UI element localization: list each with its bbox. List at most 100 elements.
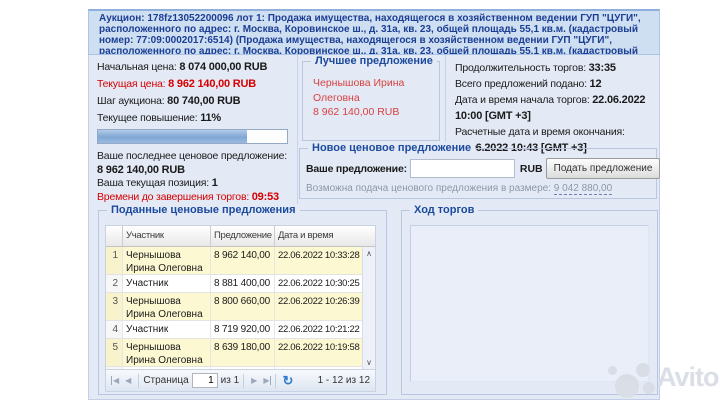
submit-bid-button[interactable]: Подать предложение (545, 158, 661, 179)
row-datetime: 22.06.2022 10:33:28 (278, 250, 360, 261)
increase-label: Текущее повышение: (97, 112, 198, 124)
pagination-range-label: 1 - 12 из 12 (317, 375, 370, 386)
position-value: 1 (211, 177, 218, 189)
duration-line: Продолжительность торгов: 33:35 (455, 60, 657, 76)
prev-page-button[interactable]: ◀ (122, 376, 134, 385)
bids-table: Участник Предложение Дата и время 1 Черн… (105, 225, 376, 370)
row-datetime: 22.06.2022 10:19:58 (278, 342, 360, 353)
end-datetime-label: Расчетные дата и время окончания: (455, 126, 625, 138)
pager-separator (243, 373, 245, 388)
pagination-toolbar: ◀ ◀ Страница из 1 ▶ ▶ ↻ 1 - 12 из 12 (105, 369, 376, 392)
page-of-label: из 1 (220, 375, 240, 386)
start-price-label: Начальная цена: (97, 61, 177, 73)
row-num: 2 (106, 275, 123, 292)
total-bids-line: Всего предложений подано: 12 (455, 76, 657, 92)
pager-separator (138, 373, 140, 388)
table-row[interactable]: 4 Участник 8 719 920,00 22.06.2022 10:21… (106, 321, 375, 339)
row-num: 3 (106, 293, 123, 320)
total-bids-label: Всего предложений подано: (455, 78, 587, 90)
best-offer-legend: Лучшее предложение (311, 55, 437, 67)
submitted-bids-legend: Поданные ценовые предложения (107, 204, 300, 216)
auction-step-label: Шаг аукциона: (97, 95, 165, 107)
row-num: 1 (106, 247, 123, 274)
column-header-participant[interactable]: Участник (123, 226, 211, 246)
pager-separator (275, 373, 277, 388)
progress-fill (98, 130, 248, 143)
time-left-label: Времени до завершения торгов: (97, 190, 250, 203)
increase-value: 11% (200, 112, 222, 124)
auction-progress-bar (97, 129, 288, 144)
table-row[interactable]: 1 Чернышова Ирина Олеговна 8 962 140,00 … (106, 247, 375, 275)
table-row[interactable]: 3 Чернышова Ирина Олеговна 8 800 660,00 … (106, 293, 375, 321)
column-header-bid[interactable]: Предложение (211, 226, 275, 246)
table-row[interactable]: 5 Чернышова Ирина Олеговна 8 639 180,00 … (106, 339, 375, 367)
last-page-button[interactable]: ▶ (260, 376, 272, 385)
time-left-line: Времени до завершения торгов: 09:53 (97, 191, 289, 205)
row-datetime: 22.06.2022 10:26:39 (278, 296, 360, 307)
position-label: Ваша текущая позиция: (97, 177, 209, 189)
last-bid-value: 8 962 140,00 RUB (97, 164, 289, 178)
best-offer-body: Чернышова Ирина Олеговна 8 962 140,00 RU… (303, 62, 439, 120)
trade-log-legend: Ход торгов (410, 204, 479, 216)
row-bid: 8 719 920,00 (211, 321, 275, 338)
best-offer-name-line2: Олеговна (313, 91, 360, 104)
new-bid-legend: Новое ценовое предложение (308, 142, 476, 154)
page-label: Страница (143, 375, 189, 386)
page-number-input[interactable] (191, 373, 218, 388)
last-bid-amount: 8 962 140,00 RUB (97, 163, 185, 176)
next-page-button[interactable]: ▶ (248, 376, 260, 385)
row-bid: 8 639 180,00 (211, 339, 275, 366)
possible-bid-amount-link[interactable]: 9 042 880,00 (553, 183, 613, 195)
auction-step-value: 80 740,00 RUB (167, 95, 241, 107)
possible-bid-hint-text: Возможна подача ценового предложения в р… (306, 183, 554, 194)
total-bids-value: 12 (589, 78, 602, 90)
duration-value: 33:35 (588, 62, 616, 74)
row-num: 5 (106, 339, 123, 366)
duration-label: Продолжительность торгов: (455, 62, 586, 74)
new-bid-fieldset: Новое ценовое предложение Ваше предложен… (299, 142, 661, 199)
auction-title-banner: Аукцион: 178fz13052200096 лот 1: Продажа… (88, 9, 660, 55)
column-header-datetime[interactable]: Дата и время (275, 226, 362, 246)
bids-table-body: 1 Чернышова Ирина Олеговна 8 962 140,00 … (106, 247, 375, 369)
bids-table-header: Участник Предложение Дата и время (106, 226, 375, 247)
first-page-button[interactable]: ◀ (111, 376, 122, 385)
row-participant: Чернышова Ирина Олеговна (123, 247, 211, 274)
best-offer-amount: 8 962 140,00 RUB (313, 106, 400, 118)
start-datetime-line: Дата и время начала торгов: 22.06.2022 1… (455, 92, 657, 124)
scroll-down-icon[interactable]: ∨ (363, 358, 375, 367)
start-price-value: 8 074 000,00 RUB (179, 61, 268, 73)
time-left-value: 09:53 (251, 190, 279, 203)
column-header-num[interactable] (106, 226, 123, 246)
increase-line: Текущее повышение: 11% (97, 112, 289, 125)
row-bid: 8 800 660,00 (211, 293, 275, 320)
auction-step-line: Шаг аукциона: 80 740,00 RUB (97, 95, 289, 108)
row-bid: 8 881 400,00 (211, 275, 275, 292)
row-bid: 8 962 140,00 (211, 247, 275, 274)
start-datetime-label: Дата и время начала торгов: (455, 94, 590, 106)
last-bid-label: Ваше последнее ценовое предложение: (97, 150, 287, 162)
best-offer-fieldset: Лучшее предложение Чернышова Ирина Олего… (302, 55, 440, 141)
current-price-value: 8 962 140,00 RUB (168, 78, 257, 90)
submitted-bids-fieldset: Поданные ценовые предложения Участник Пр… (98, 204, 387, 395)
your-bid-label: Ваше предложение: (306, 162, 407, 175)
scroll-up-icon[interactable]: ∧ (363, 249, 375, 258)
auction-page: Аукцион: 178fz13052200096 лот 1: Продажа… (0, 0, 720, 408)
row-datetime: 22.06.2022 10:21:22 (278, 324, 360, 335)
bid-amount-input[interactable] (409, 159, 515, 178)
row-num: 4 (106, 321, 123, 338)
current-price-line: Текущая цена: 8 962 140,00 RUB (97, 78, 289, 91)
row-participant: Чернышова Ирина Олеговна (123, 293, 211, 320)
best-offer-name-line1: Чернышова Ирина (313, 77, 405, 89)
auction-main-panel: Начальная цена: 8 074 000,00 RUB Текущая… (88, 55, 661, 400)
trade-log-content (410, 225, 649, 382)
row-datetime: 22.06.2022 10:30:25 (278, 278, 360, 289)
refresh-icon[interactable]: ↻ (282, 374, 293, 387)
start-price-line: Начальная цена: 8 074 000,00 RUB (97, 61, 289, 74)
avito-watermark-text: Avito (657, 362, 719, 392)
table-scrollbar[interactable]: ∧ ∨ (362, 247, 375, 369)
possible-bid-hint: Возможна подача ценового предложения в р… (300, 179, 656, 195)
table-row[interactable]: 2 Участник 8 881 400,00 22.06.2022 10:30… (106, 275, 375, 293)
price-info-panel: Начальная цена: 8 074 000,00 RUB Текущая… (89, 55, 298, 206)
row-participant: Чернышова Ирина Олеговна (123, 339, 211, 366)
row-participant: Участник (123, 275, 211, 292)
